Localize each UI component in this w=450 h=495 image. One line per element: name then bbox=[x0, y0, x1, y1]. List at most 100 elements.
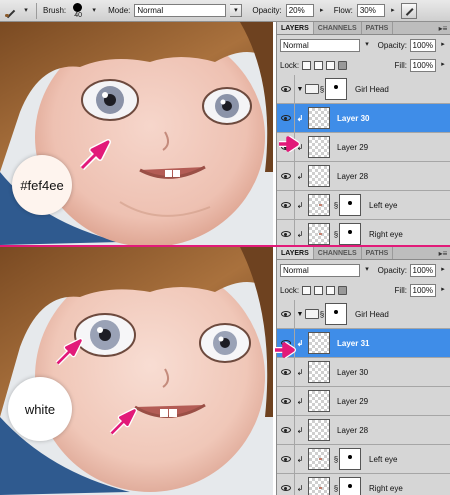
lock-transparency-icon[interactable] bbox=[302, 60, 312, 70]
layer-thumbnail[interactable] bbox=[308, 223, 330, 245]
mode-dropdown-arrow[interactable]: ▾ bbox=[230, 4, 243, 17]
fill-field[interactable]: 100% bbox=[410, 283, 436, 297]
tab-layers[interactable]: LAYERS bbox=[277, 22, 314, 34]
flow-label: Flow: bbox=[333, 6, 353, 15]
layer-name: Left eye bbox=[369, 454, 398, 464]
fill-field[interactable]: 100% bbox=[410, 58, 436, 72]
panel-menu-icon[interactable]: ▸≡ bbox=[436, 247, 450, 259]
visibility-eye-icon[interactable] bbox=[277, 444, 295, 474]
layer-opacity-field[interactable]: 100% bbox=[410, 38, 436, 52]
layer-row[interactable]: ↲ Layer 30 bbox=[277, 357, 450, 387]
layer-row[interactable]: ↲ Layer 29 bbox=[277, 132, 450, 162]
lock-all-icon[interactable] bbox=[338, 285, 348, 295]
blend-mode-arrow[interactable]: ▾ bbox=[363, 266, 371, 274]
lock-paint-icon[interactable] bbox=[314, 285, 324, 295]
fill-slider-arrow[interactable]: ▸ bbox=[439, 286, 447, 294]
canvas[interactable]: #fef4ee bbox=[0, 22, 273, 245]
blend-mode-select[interactable]: Normal bbox=[280, 263, 360, 277]
panel-tabs: LAYERS CHANNELS PATHS ▸≡ bbox=[277, 247, 450, 260]
tab-layers[interactable]: LAYERS bbox=[277, 247, 314, 259]
layer-thumbnail[interactable] bbox=[308, 477, 330, 495]
color-swatch-badge: white bbox=[8, 377, 72, 441]
layer-mask-thumbnail[interactable] bbox=[339, 448, 361, 470]
layer-mask-thumbnail[interactable] bbox=[325, 303, 347, 325]
panel-tabs: LAYERS CHANNELS PATHS ▸≡ bbox=[277, 22, 450, 35]
layer-thumbnail[interactable] bbox=[308, 165, 330, 187]
fill-slider-arrow[interactable]: ▸ bbox=[439, 61, 447, 69]
layer-mask-thumbnail[interactable] bbox=[339, 194, 361, 216]
opacity-slider-arrow[interactable]: ▸ bbox=[439, 41, 447, 49]
layer-thumbnail[interactable] bbox=[308, 448, 330, 470]
layer-row[interactable]: ↲ Layer 28 bbox=[277, 415, 450, 445]
layer-mask-thumbnail[interactable] bbox=[339, 477, 361, 495]
visibility-eye-icon[interactable] bbox=[277, 357, 295, 387]
girl-illustration bbox=[0, 247, 273, 495]
layer-row[interactable]: ↲ Layer 28 bbox=[277, 161, 450, 191]
visibility-eye-icon[interactable] bbox=[277, 74, 295, 104]
folder-icon bbox=[305, 309, 319, 319]
clipping-mask-icon: ↲ bbox=[296, 113, 304, 123]
visibility-eye-icon[interactable] bbox=[277, 190, 295, 220]
visibility-eye-icon[interactable] bbox=[277, 299, 295, 329]
panel-menu-icon[interactable]: ▸≡ bbox=[436, 22, 450, 34]
layer-name: Layer 30 bbox=[337, 367, 369, 377]
airbrush-icon[interactable] bbox=[400, 2, 417, 19]
brush-tool-icon[interactable] bbox=[4, 4, 18, 18]
arrow-icon bbox=[109, 407, 138, 436]
layer-row-girl-head[interactable]: ▼ § Girl Head bbox=[277, 299, 450, 329]
layer-name: Layer 28 bbox=[337, 425, 369, 435]
brush-tip-icon bbox=[73, 2, 83, 12]
brush-picker[interactable]: 40 bbox=[70, 2, 86, 20]
layer-thumbnail[interactable] bbox=[308, 390, 330, 412]
visibility-eye-icon[interactable] bbox=[277, 415, 295, 445]
layer-thumbnail[interactable] bbox=[308, 136, 330, 158]
layer-thumbnail[interactable] bbox=[308, 194, 330, 216]
flow-field[interactable]: 30% bbox=[356, 4, 385, 17]
layer-row[interactable]: ↲ § Right eye bbox=[277, 219, 450, 245]
opacity-slider-arrow[interactable]: ▸ bbox=[439, 266, 447, 274]
tab-channels[interactable]: CHANNELS bbox=[314, 22, 362, 34]
tool-preset-dropdown[interactable]: ▾ bbox=[22, 7, 30, 15]
layer-row[interactable]: ↲ § Left eye bbox=[277, 190, 450, 220]
canvas[interactable]: white bbox=[0, 247, 273, 495]
lock-move-icon[interactable] bbox=[326, 285, 336, 295]
layer-thumbnail[interactable] bbox=[308, 419, 330, 441]
group-expand-icon[interactable]: ▼ bbox=[295, 311, 305, 318]
layer-row-girl-head[interactable]: ▼ § Girl Head bbox=[277, 74, 450, 104]
blend-mode-select[interactable]: Normal bbox=[280, 38, 360, 52]
lock-all-icon[interactable] bbox=[338, 60, 348, 70]
layer-thumbnail[interactable] bbox=[308, 361, 330, 383]
lock-paint-icon[interactable] bbox=[314, 60, 324, 70]
visibility-eye-icon[interactable] bbox=[277, 386, 295, 416]
visibility-eye-icon[interactable] bbox=[277, 219, 295, 245]
layer-row-selected[interactable]: ↲ Layer 30 bbox=[277, 103, 450, 133]
clipping-mask-icon: ↲ bbox=[296, 229, 304, 239]
layer-opacity-field[interactable]: 100% bbox=[410, 263, 436, 277]
blend-mode-arrow[interactable]: ▾ bbox=[363, 41, 371, 49]
flow-slider-arrow[interactable]: ▸ bbox=[389, 7, 397, 15]
tab-paths[interactable]: PATHS bbox=[362, 247, 394, 259]
visibility-eye-icon[interactable] bbox=[277, 103, 295, 133]
arrow-icon bbox=[275, 341, 296, 359]
visibility-eye-icon[interactable] bbox=[277, 161, 295, 191]
brush-picker-dropdown[interactable]: ▾ bbox=[90, 7, 98, 15]
group-expand-icon[interactable]: ▼ bbox=[295, 86, 305, 93]
layer-thumbnail[interactable] bbox=[308, 332, 330, 354]
tab-paths[interactable]: PATHS bbox=[362, 22, 394, 34]
visibility-eye-icon[interactable] bbox=[277, 473, 295, 495]
layer-row[interactable]: ↲ Layer 29 bbox=[277, 386, 450, 416]
layer-mask-thumbnail[interactable] bbox=[339, 223, 361, 245]
layer-row[interactable]: ↲ § Left eye bbox=[277, 444, 450, 474]
opacity-slider-arrow[interactable]: ▸ bbox=[318, 7, 326, 15]
layer-name: Right eye bbox=[369, 229, 403, 239]
layer-row-selected[interactable]: ↲ Layer 31 bbox=[277, 328, 450, 358]
clipping-mask-icon: ↲ bbox=[296, 338, 304, 348]
layer-mask-thumbnail[interactable] bbox=[325, 78, 347, 100]
mode-select[interactable]: Normal bbox=[134, 4, 227, 17]
tab-channels[interactable]: CHANNELS bbox=[314, 247, 362, 259]
lock-transparency-icon[interactable] bbox=[302, 285, 312, 295]
opacity-field[interactable]: 20% bbox=[285, 4, 314, 17]
layer-row[interactable]: ↲ § Right eye bbox=[277, 473, 450, 495]
lock-move-icon[interactable] bbox=[326, 60, 336, 70]
layer-thumbnail[interactable] bbox=[308, 107, 330, 129]
